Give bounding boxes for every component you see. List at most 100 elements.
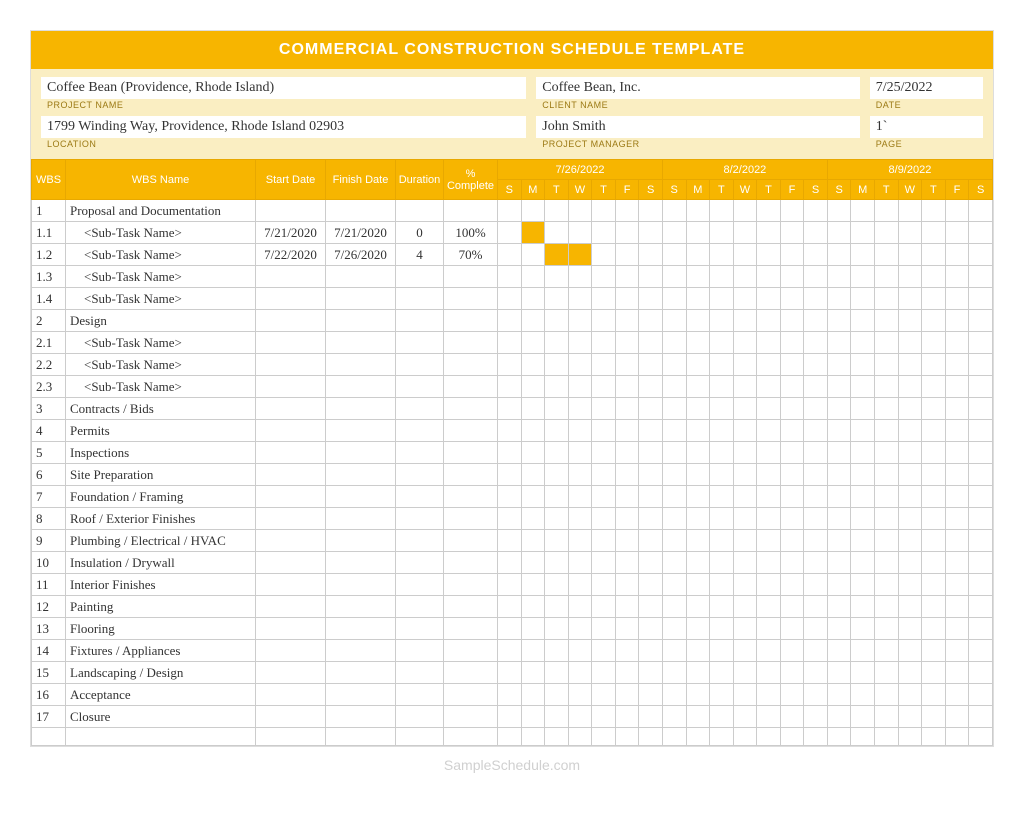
gantt-cell xyxy=(521,310,545,332)
cell-name: <Sub-Task Name> xyxy=(66,244,256,266)
gantt-cell xyxy=(827,332,851,354)
gantt-cell xyxy=(875,266,899,288)
gantt-cell xyxy=(615,200,639,222)
gantt-cell xyxy=(851,376,875,398)
gantt-cell xyxy=(875,464,899,486)
gantt-cell xyxy=(875,398,899,420)
gantt-cell xyxy=(851,640,875,662)
gantt-cell xyxy=(922,596,946,618)
gantt-cell xyxy=(851,662,875,684)
cell-wbs: 13 xyxy=(32,618,66,640)
cell-wbs: 8 xyxy=(32,508,66,530)
gantt-cell xyxy=(733,574,757,596)
cell-pct xyxy=(444,266,498,288)
gantt-cell xyxy=(757,530,781,552)
gantt-cell xyxy=(521,354,545,376)
gantt-cell xyxy=(568,464,592,486)
gantt-cell xyxy=(757,508,781,530)
gantt-cell xyxy=(851,552,875,574)
gantt-cell xyxy=(851,222,875,244)
header-week1: 7/26/2022 xyxy=(498,160,663,180)
gantt-cell xyxy=(898,508,922,530)
gantt-cell xyxy=(922,244,946,266)
cell-duration xyxy=(396,552,444,574)
empty-cell xyxy=(615,728,639,746)
gantt-cell xyxy=(733,288,757,310)
gantt-cell xyxy=(875,618,899,640)
gantt-cell xyxy=(827,310,851,332)
gantt-cell xyxy=(875,376,899,398)
cell-name: Interior Finishes xyxy=(66,574,256,596)
gantt-cell xyxy=(827,398,851,420)
cell-finish xyxy=(326,266,396,288)
cell-duration xyxy=(396,310,444,332)
gantt-cell xyxy=(757,684,781,706)
gantt-cell xyxy=(875,354,899,376)
gantt-cell xyxy=(945,420,969,442)
gantt-cell xyxy=(757,596,781,618)
gantt-cell xyxy=(498,530,522,552)
cell-name: Roof / Exterior Finishes xyxy=(66,508,256,530)
gantt-cell xyxy=(827,266,851,288)
gantt-cell xyxy=(662,508,686,530)
cell-wbs: 17 xyxy=(32,706,66,728)
header-duration: Duration xyxy=(396,160,444,200)
gantt-cell xyxy=(780,618,804,640)
gantt-cell xyxy=(710,618,734,640)
gantt-cell xyxy=(945,222,969,244)
header-day: S xyxy=(969,180,993,200)
cell-duration xyxy=(396,442,444,464)
gantt-cell xyxy=(662,288,686,310)
table-row: 13Flooring xyxy=(32,618,993,640)
gantt-cell xyxy=(780,640,804,662)
gantt-cell xyxy=(615,310,639,332)
gantt-cell xyxy=(639,376,663,398)
cell-start xyxy=(256,354,326,376)
gantt-cell xyxy=(498,376,522,398)
gantt-cell xyxy=(969,618,993,640)
gantt-cell xyxy=(757,574,781,596)
gantt-cell xyxy=(639,464,663,486)
table-row: 2.1<Sub-Task Name> xyxy=(32,332,993,354)
gantt-cell xyxy=(592,684,616,706)
gantt-cell xyxy=(945,596,969,618)
gantt-cell xyxy=(757,310,781,332)
gantt-cell xyxy=(780,288,804,310)
date-value: 7/25/2022 xyxy=(870,77,983,99)
gantt-cell xyxy=(733,464,757,486)
gantt-cell xyxy=(922,530,946,552)
gantt-cell xyxy=(615,662,639,684)
gantt-cell xyxy=(592,332,616,354)
cell-wbs: 15 xyxy=(32,662,66,684)
gantt-cell xyxy=(898,596,922,618)
cell-finish xyxy=(326,552,396,574)
gantt-cell xyxy=(851,706,875,728)
gantt-cell xyxy=(875,640,899,662)
cell-duration xyxy=(396,200,444,222)
empty-cell xyxy=(396,728,444,746)
cell-finish xyxy=(326,200,396,222)
cell-start xyxy=(256,508,326,530)
gantt-cell xyxy=(498,464,522,486)
gantt-cell xyxy=(545,288,569,310)
gantt-cell xyxy=(898,530,922,552)
cell-wbs: 2.2 xyxy=(32,354,66,376)
gantt-cell xyxy=(615,376,639,398)
page-value: 1` xyxy=(870,116,983,138)
cell-start xyxy=(256,376,326,398)
gantt-cell xyxy=(827,200,851,222)
gantt-cell xyxy=(757,354,781,376)
gantt-cell xyxy=(945,200,969,222)
gantt-cell xyxy=(804,288,828,310)
cell-wbs: 5 xyxy=(32,442,66,464)
cell-finish xyxy=(326,530,396,552)
cell-duration xyxy=(396,464,444,486)
date-label: DATE xyxy=(870,99,983,110)
gantt-cell xyxy=(922,288,946,310)
header-week2: 8/2/2022 xyxy=(662,160,827,180)
gantt-cell xyxy=(875,706,899,728)
gantt-cell xyxy=(710,266,734,288)
gantt-cell xyxy=(898,640,922,662)
gantt-cell xyxy=(851,288,875,310)
gantt-cell xyxy=(780,684,804,706)
